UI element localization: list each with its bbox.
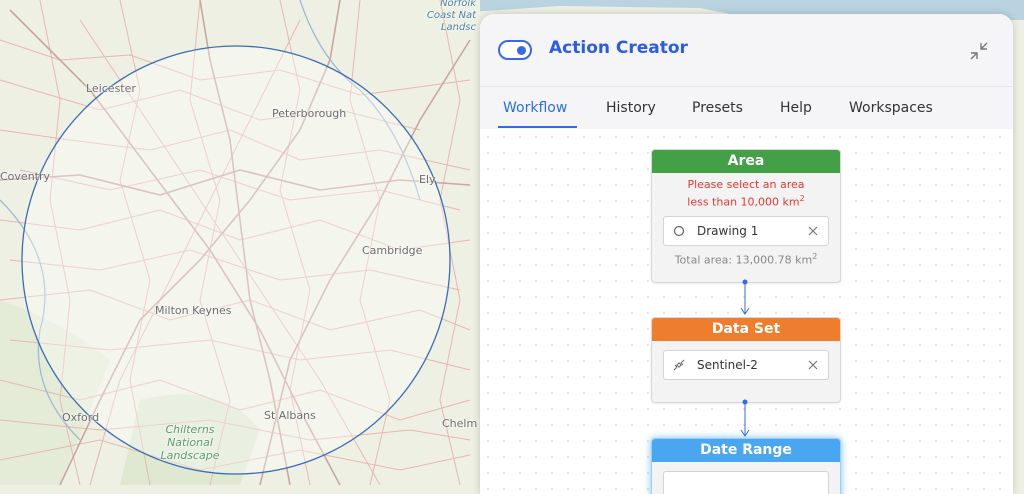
tab-presets[interactable]: Presets: [692, 100, 743, 116]
map-label-coventry: Coventry: [0, 170, 51, 183]
dataset-label: Sentinel-2: [697, 358, 758, 372]
connector-arrow-icon: [740, 399, 750, 437]
map-label-ely: Ely: [419, 173, 436, 186]
collapse-arrows-icon[interactable]: [968, 40, 990, 62]
satellite-icon: [673, 359, 685, 371]
daterange-node[interactable]: Date Range: [651, 438, 841, 494]
map-label-norfolk-coast: Norfolk Coast Nat Landsc: [426, 0, 476, 33]
map-label-oxford: Oxford: [62, 411, 100, 424]
area-total: Total area: 13,000.78 km2: [674, 251, 818, 267]
workflow-canvas[interactable]: Area Please select an area less than 10,…: [480, 129, 1013, 494]
area-drawing-chip[interactable]: Drawing 1: [663, 215, 829, 246]
tab-help[interactable]: Help: [780, 100, 812, 116]
remove-drawing-close-icon[interactable]: [807, 225, 819, 237]
map-label-chelm: Chelm: [442, 417, 478, 430]
map-label-st-albans: St Albans: [264, 409, 316, 422]
daterange-node-header: Date Range: [652, 439, 840, 462]
tab-workflow[interactable]: Workflow: [503, 100, 567, 116]
dataset-chip[interactable]: Sentinel-2: [663, 350, 829, 380]
remove-dataset-close-icon[interactable]: [807, 359, 819, 371]
panel-title: Action Creator: [549, 38, 688, 58]
action-creator-panel: Action Creator Workflow History Presets …: [480, 14, 1013, 494]
tab-history[interactable]: History: [606, 100, 656, 116]
dataset-node-header: Data Set: [652, 318, 840, 341]
map-label-peterborough: Peterborough: [272, 107, 347, 120]
panel-toggle-switch[interactable]: [498, 40, 532, 60]
map-label-chilterns: Chilterns National Landscape: [160, 423, 220, 462]
tab-bar: Workflow History Presets Help Workspaces: [480, 86, 1013, 130]
dataset-node[interactable]: Data Set Sentinel-2: [651, 317, 841, 403]
tab-workspaces[interactable]: Workspaces: [849, 100, 933, 116]
map-label-cambridge: Cambridge: [362, 244, 423, 257]
active-tab-indicator: [498, 126, 577, 128]
toggle-knob: [517, 46, 526, 55]
panel-header: Action Creator: [480, 14, 1013, 86]
area-warning: Please select an area less than 10,000 k…: [687, 178, 805, 209]
map-label-milton-keynes: Milton Keynes: [155, 304, 232, 317]
circle-outline-icon: [673, 225, 685, 236]
area-drawing-label: Drawing 1: [697, 223, 759, 238]
area-node-header: Area: [652, 150, 840, 173]
connector-arrow-icon: [740, 279, 750, 315]
daterange-chip[interactable]: [663, 471, 829, 494]
area-node[interactable]: Area Please select an area less than 10,…: [651, 149, 841, 283]
map-label-leicester: Leicester: [86, 82, 136, 95]
